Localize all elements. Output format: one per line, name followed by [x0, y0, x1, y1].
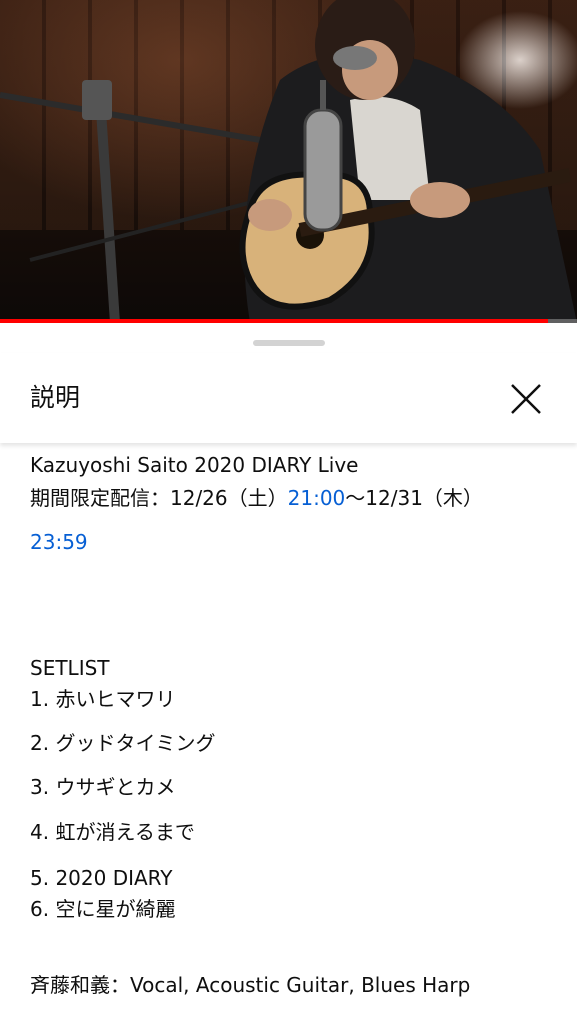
setlist-item: 1. 赤いヒマワリ — [30, 687, 176, 711]
credit-line: 斉藤和義：Vocal, Acoustic Guitar, Blues Harp — [30, 973, 471, 997]
close-button[interactable] — [504, 377, 548, 421]
setlist-item: 5. 2020 DIARY — [30, 866, 173, 890]
start-time-link[interactable]: 21:00 — [288, 486, 346, 510]
sheet-title: 説明 — [30, 383, 81, 412]
period-end-text: 〜12/31（木） — [345, 486, 483, 510]
description-line-period: 期間限定配信：12/26（土）21:00〜12/31（木） — [30, 484, 483, 512]
video-frame-illustration — [0, 0, 577, 323]
end-time-link[interactable]: 23:59 — [30, 528, 88, 556]
setlist-heading: SETLIST — [30, 656, 110, 680]
drag-handle[interactable] — [253, 340, 325, 346]
close-icon — [511, 384, 541, 414]
setlist-item: 3. ウサギとカメ — [30, 775, 176, 799]
setlist-item: 2. グッドタイミング — [30, 731, 216, 755]
description-sheet: 説明 Kazuyoshi Saito 2020 DIARY Live 期間限定配… — [0, 323, 577, 1024]
description-line-title: Kazuyoshi Saito 2020 DIARY Live — [30, 453, 359, 477]
sheet-header: 説明 — [0, 353, 577, 443]
setlist-item: 6. 空に星が綺麗 — [30, 897, 176, 921]
period-text: 期間限定配信：12/26（土） — [30, 486, 288, 510]
video-player[interactable] — [0, 0, 577, 323]
setlist-item: 4. 虹が消えるまで — [30, 820, 195, 844]
